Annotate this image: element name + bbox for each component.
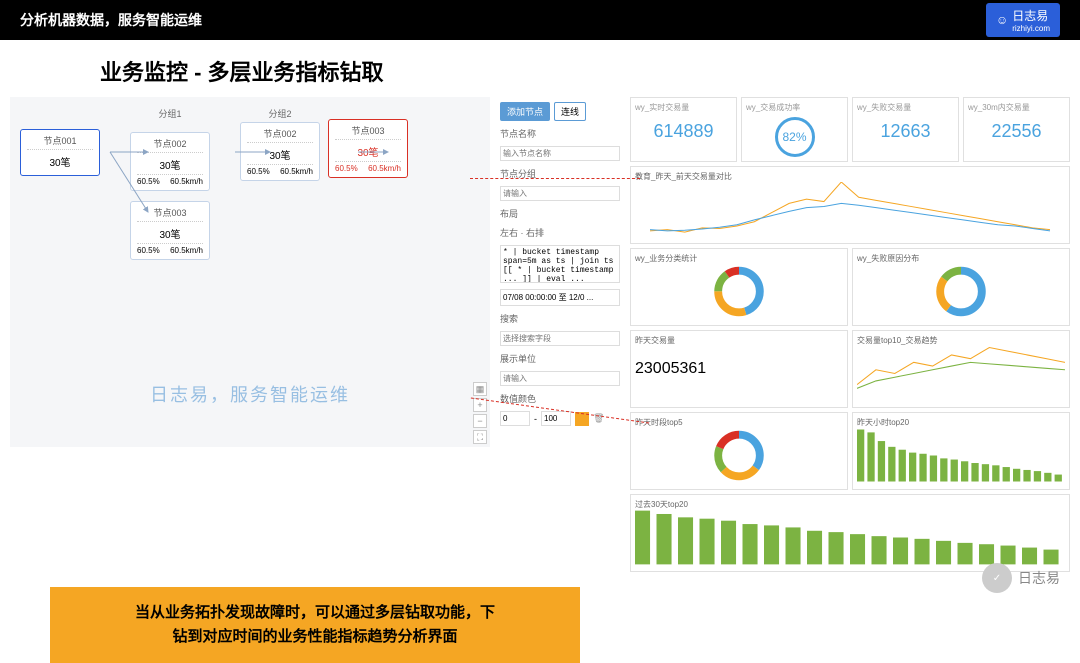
charts-panel: wy_实时交易量 614889 wy_交易成功率 82% wy_失败交易量 12… (630, 97, 1070, 572)
layout-right[interactable]: 右排 (526, 228, 544, 238)
bignum-card: 昨天交易量 23005361 (630, 330, 848, 408)
callout-box: 当从业务拓扑发现故障时，可以通过多层钻取功能，下 钻到对应时间的业务性能指标趋势… (50, 587, 580, 663)
query-textarea[interactable]: * | bucket timestamp span=5m as ts | joi… (500, 245, 620, 283)
metric-card-2: wy_交易成功率 82% (741, 97, 848, 162)
label-layout: 布局 (500, 207, 620, 220)
search-field-input[interactable] (500, 331, 620, 346)
node-001[interactable]: 节点001 30笔 (20, 129, 100, 176)
page-title: 业务监控 - 多层业务指标钻取 (0, 40, 1080, 97)
footer-logo: ✓ 日志易 (982, 563, 1060, 593)
header-bar: 分析机器数据，服务智能运维 ☺ 日志易 rizhiyi.com (0, 0, 1080, 40)
logo-text: 日志易 (1012, 9, 1048, 23)
range-from[interactable] (500, 411, 530, 426)
unit-input[interactable] (500, 371, 620, 386)
add-node-button[interactable]: 添加节点 (500, 102, 550, 121)
range-to[interactable] (541, 411, 571, 426)
node-002b[interactable]: 节点002 30笔 60.5%60.5km/h (240, 122, 320, 181)
topology-panel: 节点001 30笔 分组1 节点002 30笔 60.5%60.5km/h 节点… (10, 97, 490, 447)
header-title: 分析机器数据，服务智能运维 (20, 10, 202, 30)
duo-line-chart: 交易量top10_交易趋势 (852, 330, 1070, 408)
layout-left[interactable]: 左右 (500, 228, 518, 238)
node-003b-alert[interactable]: 节点003 30笔 60.5%60.5km/h (328, 119, 408, 178)
gauge-chart: 82% (775, 117, 815, 157)
node-002a[interactable]: 节点002 30笔 60.5%60.5km/h (130, 132, 210, 191)
zoom-out-icon[interactable]: − (473, 414, 487, 428)
node-group-1: 节点001 30笔 (20, 107, 100, 176)
tool-icon[interactable]: ▦ (473, 382, 487, 396)
node-003a[interactable]: 节点003 30笔 60.5%60.5km/h (130, 201, 210, 260)
add-line-button[interactable]: 连线 (554, 102, 586, 121)
trend-chart: 教育_昨天_前天交易量对比 (630, 166, 1070, 244)
final-bar-chart: 过去30天top20 (630, 494, 1070, 572)
logo-badge: ☺ 日志易 rizhiyi.com (986, 3, 1060, 37)
label-color: 数值颜色 (500, 392, 620, 405)
label-name: 节点名称 (500, 127, 620, 140)
person-icon: ☺ (996, 13, 1008, 27)
pie-chart-3: 昨天时段top5 (630, 412, 848, 490)
metric-card-1: wy_实时交易量 614889 (630, 97, 737, 162)
time-range[interactable]: 07/08 00:00:00 至 12/0 ... (500, 289, 620, 306)
bar-chart: 昨天小时top20 (852, 412, 1070, 490)
label-unit: 展示单位 (500, 352, 620, 365)
metric-card-3: wy_失败交易量 12663 (852, 97, 959, 162)
node-group-2: 分组1 节点002 30笔 60.5%60.5km/h 节点003 30笔 60… (130, 107, 210, 260)
label-search: 搜索 (500, 312, 620, 325)
wechat-icon: ✓ (982, 563, 1012, 593)
watermark: 日志易，服务智能运维 (150, 381, 350, 407)
side-toolbar: ▦ + − ⛶ (473, 382, 487, 444)
node-group-input[interactable] (500, 186, 620, 201)
node-group-3: 分组2 节点002 30笔 60.5%60.5km/h 节点003 30笔 60… (240, 107, 408, 181)
config-panel: 添加节点 连线 节点名称 节点分组 布局 左右 · 右排 * | bucket … (495, 97, 625, 572)
fit-icon[interactable]: ⛶ (473, 430, 487, 444)
node-name-input[interactable] (500, 146, 620, 161)
pie-chart-1: wy_业务分类统计 (630, 248, 848, 326)
logo-sub: rizhiyi.com (1012, 24, 1050, 33)
drill-arrow-1 (470, 178, 640, 179)
pie-chart-2: wy_失败原因分布 (852, 248, 1070, 326)
metric-card-4: wy_30m内交易量 22556 (963, 97, 1070, 162)
